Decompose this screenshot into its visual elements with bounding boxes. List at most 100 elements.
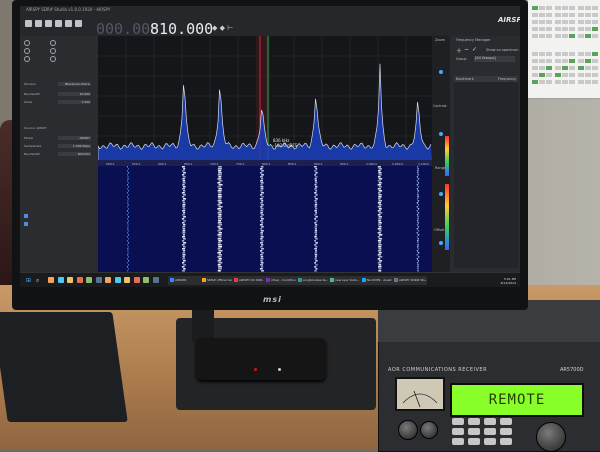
taskbar-app[interactable]: AIRSPY DX SDR... [232, 276, 267, 285]
search-icon[interactable]: ⌕ [36, 277, 39, 285]
checkbox-icon[interactable] [24, 214, 28, 218]
radio-option-icon[interactable] [50, 56, 56, 62]
pinned-app-icon[interactable] [48, 277, 54, 283]
setting-value[interactable]: AIRSPY [58, 135, 91, 140]
bookmark-list[interactable] [454, 82, 518, 268]
waterfall-signal-trace [260, 206, 263, 208]
calendar-cell [592, 66, 598, 70]
volume-icon[interactable] [75, 20, 82, 27]
pinned-app-icon[interactable] [67, 277, 73, 283]
show-on-spectrum-checkbox[interactable]: Show on spectrum [486, 48, 519, 52]
taskbar-app[interactable]: NordVPN - Avast [360, 276, 395, 285]
col-frequency[interactable]: Frequency [498, 77, 516, 81]
receiver-keypad-button[interactable] [452, 438, 464, 445]
calendar-cell [592, 27, 598, 31]
group-select[interactable]: [All Groups] [474, 56, 515, 62]
receiver-keypad-button[interactable] [484, 418, 496, 425]
settings-icon[interactable] [65, 20, 72, 27]
receiver-keypad-button[interactable] [500, 438, 512, 445]
add-icon[interactable] [55, 20, 62, 27]
waterfall-signal-trace [378, 196, 382, 198]
taskbar-app[interactable]: nfreq - mod(Dou... [264, 276, 299, 285]
setting-value[interactable]: 800 kHz [58, 151, 91, 156]
waterfall-signal-trace [218, 170, 222, 172]
pinned-app-icon[interactable] [133, 277, 140, 283]
taskbar-app[interactable]: AIRSPY SDR# Stu... [392, 276, 427, 285]
play-icon[interactable] [35, 20, 42, 27]
menu-icon[interactable] [25, 20, 32, 27]
radio-option-icon[interactable] [24, 40, 30, 46]
receiver-keypad-button[interactable] [500, 428, 512, 435]
waterfall-signal-trace [417, 172, 419, 174]
windows-start-icon[interactable]: ⊞ [26, 277, 31, 284]
pinned-app-icon[interactable] [114, 277, 121, 283]
waterfall-display[interactable] [98, 166, 432, 272]
waterfall-signal-trace [377, 258, 381, 260]
volume-knob[interactable] [398, 420, 418, 440]
check-icon[interactable]: ✓ [472, 46, 477, 53]
col-bookmark[interactable]: Bookmark [456, 77, 474, 81]
contrast-slider-thumb[interactable] [439, 132, 443, 136]
taskbar-app[interactable]: AIRSDR [168, 276, 203, 285]
remove-bookmark-icon[interactable]: − [464, 46, 469, 53]
pinned-app-icon[interactable] [95, 277, 102, 283]
waterfall-signal-trace [378, 266, 382, 268]
add-bookmark-icon[interactable]: ＋ [456, 46, 462, 55]
zoom-slider-thumb[interactable] [439, 70, 443, 74]
range-slider-thumb[interactable] [439, 192, 443, 196]
pinned-app-icon[interactable] [57, 277, 64, 283]
tuning-dial[interactable] [536, 422, 566, 452]
waterfall-signal-trace [378, 168, 382, 170]
stop-icon[interactable] [45, 20, 52, 27]
pinned-app-icon[interactable] [152, 277, 159, 283]
pinned-app-icon[interactable] [105, 277, 111, 283]
pinned-app-icon[interactable] [143, 277, 149, 283]
taskbar-app[interactable]: SDR# official rele... [200, 276, 235, 285]
waterfall-signal-trace [217, 252, 221, 254]
pinned-app-icon[interactable] [76, 277, 83, 283]
waterfall-signal-trace [217, 204, 221, 206]
receiver-keypad-button[interactable] [452, 428, 464, 435]
pinned-app-icon[interactable] [124, 277, 130, 283]
radio-option-icon[interactable] [50, 40, 56, 46]
receiver-keypad-button[interactable] [452, 418, 464, 425]
waterfall-signal-trace [377, 180, 381, 182]
waterfall-signal-trace [217, 256, 222, 258]
waterfall-signal-trace [183, 194, 186, 196]
calendar-cell [555, 52, 561, 56]
step-arrows-icon[interactable]: ◆ ◆ ⊢ [212, 24, 233, 32]
receiver-keypad-button[interactable] [484, 438, 496, 445]
waterfall-signal-trace [417, 226, 419, 228]
squelch-knob[interactable] [420, 421, 438, 439]
pinned-app-icon[interactable] [86, 277, 92, 283]
offset-slider-thumb[interactable] [439, 241, 443, 245]
setting-value[interactable]: 1,000 [58, 99, 91, 104]
checkbox-icon[interactable] [24, 222, 28, 226]
receiver-keypad-button[interactable] [500, 418, 512, 425]
fft-spectrum-display[interactable]: 500 k 550 k 600 k 650 k 700 k 750 k 800 k 850 k… [97, 36, 432, 166]
receiver-keypad-button[interactable] [484, 428, 496, 435]
calendar-cell [569, 34, 575, 38]
radio-option-icon[interactable] [50, 48, 56, 54]
waterfall-signal-trace [416, 250, 419, 252]
hub-led-icon [254, 368, 257, 371]
calendar-cell [555, 6, 561, 10]
taskbar-app[interactable]: sorgtionales de... [296, 276, 331, 285]
waterfall-signal-trace [181, 240, 185, 242]
setting-value[interactable]: Blackman-Harris [58, 81, 91, 86]
waterfall-signal-trace [417, 208, 420, 210]
receiver-keypad-button[interactable] [468, 418, 480, 425]
waterfall-signal-trace [128, 238, 130, 240]
taskbar-app[interactable]: new sysc tools... [328, 276, 363, 285]
waterfall-signal-trace [126, 192, 128, 194]
receiver-keypad-button[interactable] [468, 428, 480, 435]
calendar-cell [569, 20, 575, 24]
setting-value[interactable]: 1.536 Msps [58, 143, 91, 148]
radio-option-icon[interactable] [24, 56, 30, 62]
waterfall-signal-trace [417, 264, 419, 266]
radio-option-icon[interactable] [24, 48, 30, 54]
setting-value[interactable]: 10,000 [58, 91, 91, 96]
receiver-keypad-button[interactable] [468, 438, 480, 445]
waterfall-signal-trace [260, 232, 264, 234]
waterfall-signal-trace [416, 232, 418, 234]
